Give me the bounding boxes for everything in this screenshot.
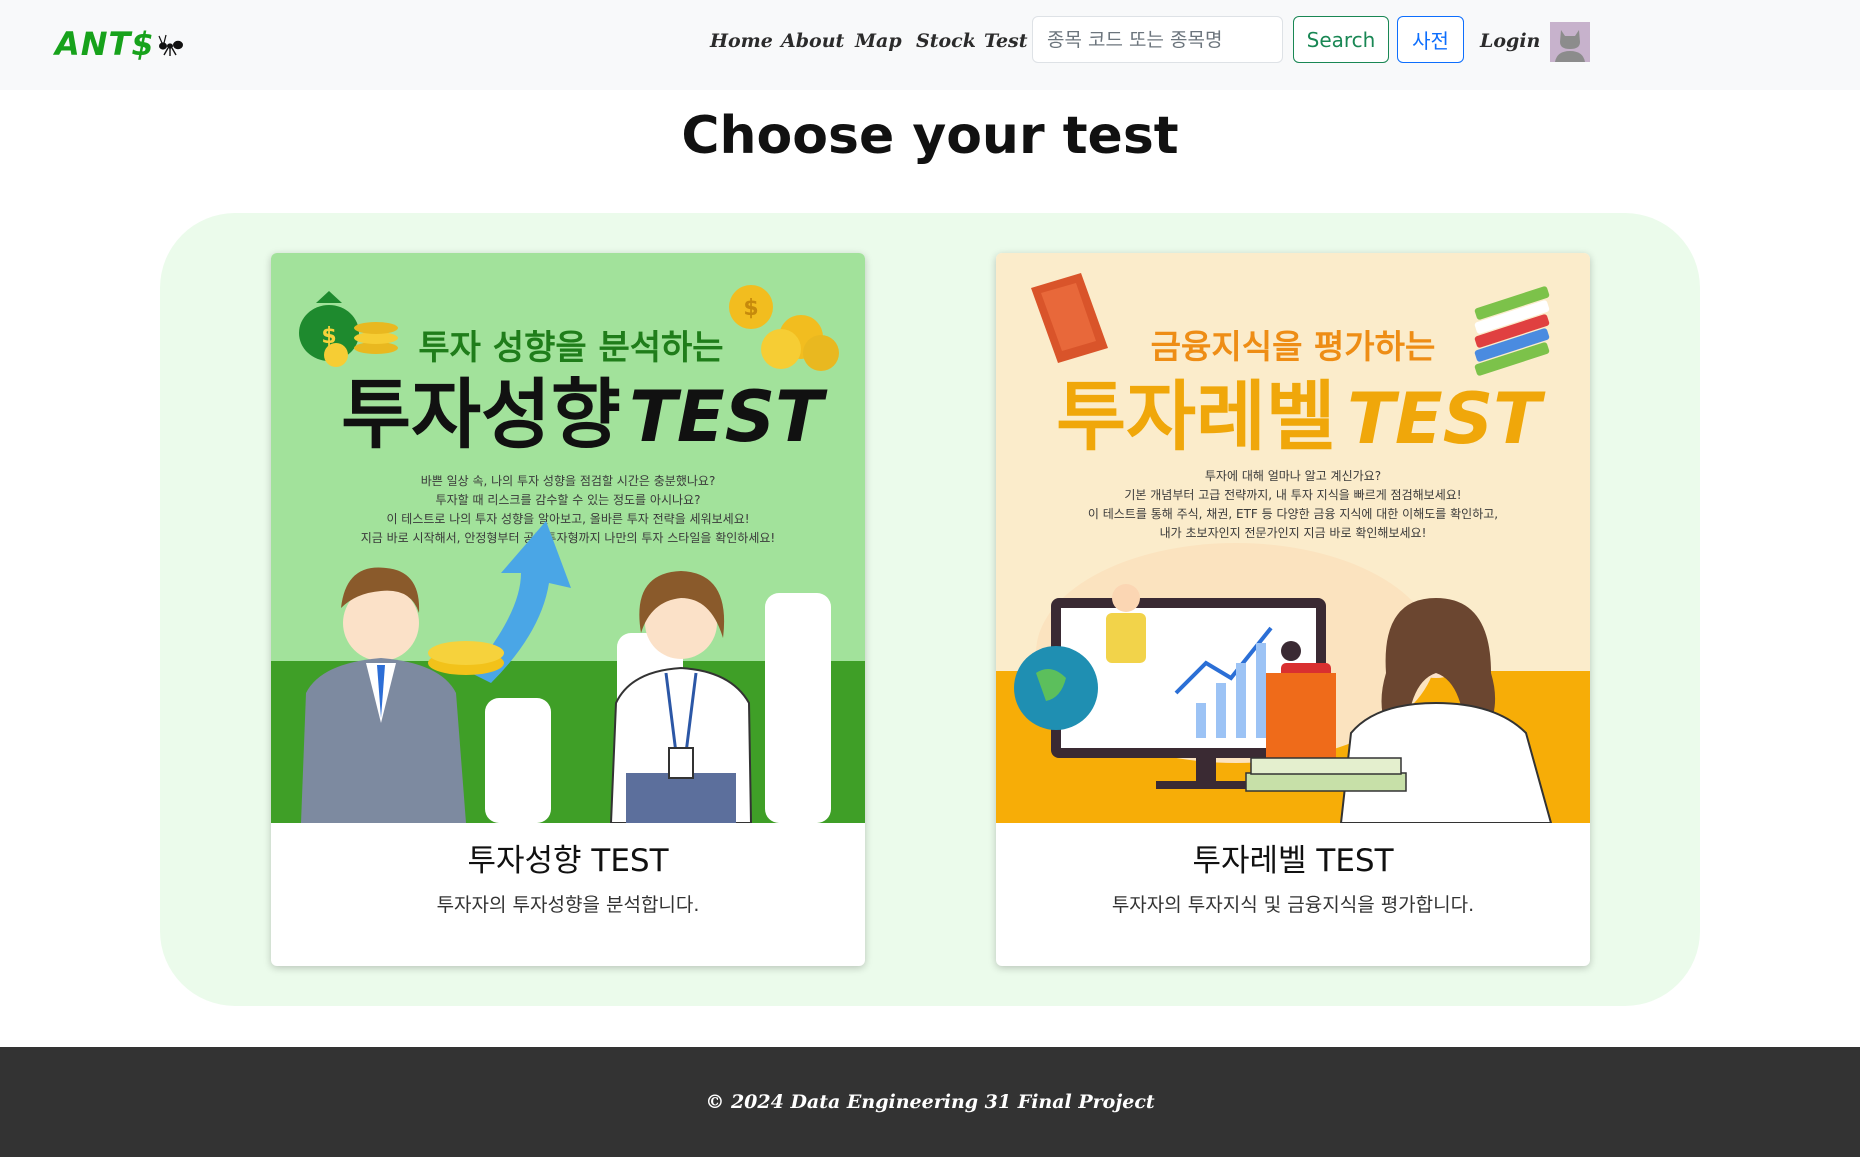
brand-logo[interactable]: ANT$ <box>55 22 185 66</box>
user-avatar-icon <box>1550 22 1590 62</box>
search-input[interactable] <box>1032 16 1283 63</box>
poster-line: 이 테스트를 통해 주식, 채권, ETF 등 다양한 금융 지식에 대한 이해… <box>1088 507 1498 521</box>
brand-text: ANT$ <box>55 25 155 63</box>
poster-headline-en: TEST <box>1347 378 1546 460</box>
nav-login[interactable]: Login <box>1480 24 1540 58</box>
card-title: 투자레벨 TEST <box>1192 843 1394 879</box>
navbar: ANT$ Home About Map Stock Test Search 사전… <box>0 0 1860 90</box>
nav-test[interactable]: Test <box>984 24 1028 58</box>
investment-level-poster: 금융지식을 평가하는 투자레벨 TEST 투자에 대해 얼마나 알고 계신가요?… <box>996 253 1590 823</box>
nav-map[interactable]: Map <box>855 24 902 58</box>
footer-copyright: © 2024 Data Engineering 31 Final Project <box>705 1091 1155 1113</box>
avatar[interactable] <box>1550 22 1590 62</box>
nav-about[interactable]: About <box>781 24 844 58</box>
svg-text:$: $ <box>743 296 758 321</box>
nav-stock[interactable]: Stock <box>916 24 976 58</box>
poster-line: 기본 개념부터 고급 전략까지, 내 투자 지식을 빠르게 점검해보세요! <box>1124 488 1461 502</box>
poster-headline: 투자성향 <box>341 370 621 459</box>
investment-tendency-poster: $ $ 투자 성향을 분석하는 투자성향 TEST 바쁜 일상 속, 나의 투자… <box>271 253 865 823</box>
card-description: 투자자의 투자지식 및 금융지식을 평가합니다. <box>1111 894 1475 916</box>
poster-line: 내가 초보자인지 전문가인지 지금 바로 확인해보세요! <box>1160 526 1427 540</box>
page-title: Choose your test <box>681 106 1179 166</box>
card-description: 투자자의 투자성향을 분석합니다. <box>436 894 700 916</box>
card-title: 투자성향 TEST <box>467 843 669 879</box>
test-card-investment-level[interactable]: 금융지식을 평가하는 투자레벨 TEST 투자에 대해 얼마나 알고 계신가요?… <box>996 253 1590 966</box>
test-card-investment-tendency[interactable]: $ $ 투자 성향을 분석하는 투자성향 TEST 바쁜 일상 속, 나의 투자… <box>271 253 865 966</box>
dictionary-button[interactable]: 사전 <box>1397 16 1464 63</box>
poster-line: 지금 바로 시작해서, 안정형부터 공격투자형까지 나만의 투자 스타일을 확인… <box>361 531 776 545</box>
poster-headline-en: TEST <box>629 376 828 458</box>
poster-subtitle: 투자 성향을 분석하는 <box>418 328 723 368</box>
poster-subtitle: 금융지식을 평가하는 <box>1151 327 1436 366</box>
footer: © 2024 Data Engineering 31 Final Project <box>0 1047 1860 1157</box>
poster-headline: 투자레벨 <box>1056 372 1336 461</box>
search-button[interactable]: Search <box>1293 16 1389 63</box>
poster-line: 이 테스트로 나의 투자 성향을 알아보고, 올바른 투자 전략을 세워보세요! <box>386 512 749 526</box>
ant-icon <box>158 34 183 56</box>
poster-line: 투자할 때 리스크를 감수할 수 있는 정도를 아시나요? <box>436 493 701 507</box>
poster-line: 바쁜 일상 속, 나의 투자 성향을 점검할 시간은 충분했나요? <box>421 474 716 488</box>
poster-line: 투자에 대해 얼마나 알고 계신가요? <box>1205 469 1381 483</box>
nav-home[interactable]: Home <box>710 24 773 58</box>
